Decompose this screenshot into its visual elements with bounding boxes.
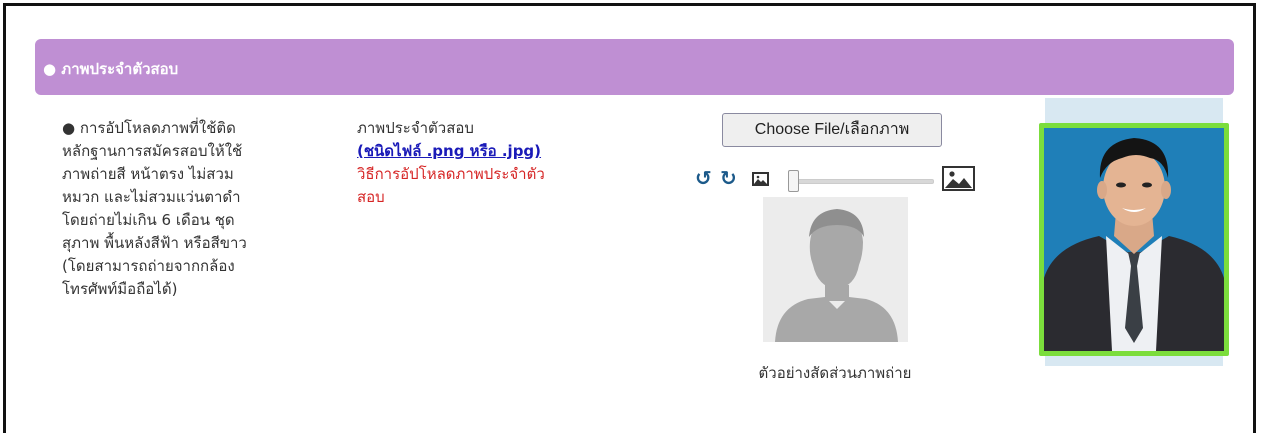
section-header: ● ภาพประจำตัวสอบ xyxy=(35,39,1234,95)
how-to-upload-link[interactable]: วิธีการอัปโหลดภาพประจำตัว สอบ xyxy=(357,163,612,209)
instruction-line: หลักฐานการสมัครสอบให้ใช้ xyxy=(62,142,243,160)
photo-instructions: ● การอัปโหลดภาพที่ใช้ติด หลักฐานการสมัคร… xyxy=(62,117,327,301)
how-to-upload-line2: สอบ xyxy=(357,188,385,206)
rotate-left-icon[interactable]: ↺ xyxy=(695,166,712,190)
file-type-link[interactable]: (ชนิดไฟล์ .png หรือ .jpg) xyxy=(357,140,612,163)
instruction-line: หมวก และไม่สวมแว่นตาดำ xyxy=(62,188,241,206)
uploaded-photo-preview xyxy=(1039,123,1229,356)
how-to-upload-line1: วิธีการอัปโหลดภาพประจำตัว xyxy=(357,165,545,183)
rotate-right-icon[interactable]: ↻ xyxy=(720,166,737,190)
zoom-slider-track[interactable] xyxy=(795,179,934,184)
instruction-line: โทรศัพท์มือถือได้) xyxy=(62,280,178,298)
instruction-line: สุภาพ พื้นหลังสีฟ้า หรือสีขาว xyxy=(62,234,247,252)
zoom-in-image-icon[interactable] xyxy=(942,166,975,191)
instruction-line: โดยถ่ายไม่เกิน 6 เดือน ชุด xyxy=(62,211,235,229)
sample-photo-placeholder xyxy=(763,197,908,342)
sample-photo-caption: ตัวอย่างสัดส่วนภาพถ่าย xyxy=(758,364,912,382)
instruction-line: ● การอัปโหลดภาพที่ใช้ติด xyxy=(62,119,236,137)
zoom-out-image-icon[interactable] xyxy=(752,172,769,186)
zoom-slider-handle[interactable] xyxy=(788,170,799,192)
upload-info: ภาพประจำตัวสอบ (ชนิดไฟล์ .png หรือ .jpg)… xyxy=(357,117,612,209)
choose-file-button[interactable]: Choose File/เลือกภาพ xyxy=(722,113,942,147)
section-title: ● ภาพประจำตัวสอบ xyxy=(43,60,179,78)
upload-label: ภาพประจำตัวสอบ xyxy=(357,119,474,137)
instruction-line: ภาพถ่ายสี หน้าตรง ไม่สวม xyxy=(62,165,234,183)
instruction-line: (โดยสามารถถ่ายจากกล้อง xyxy=(62,257,235,275)
